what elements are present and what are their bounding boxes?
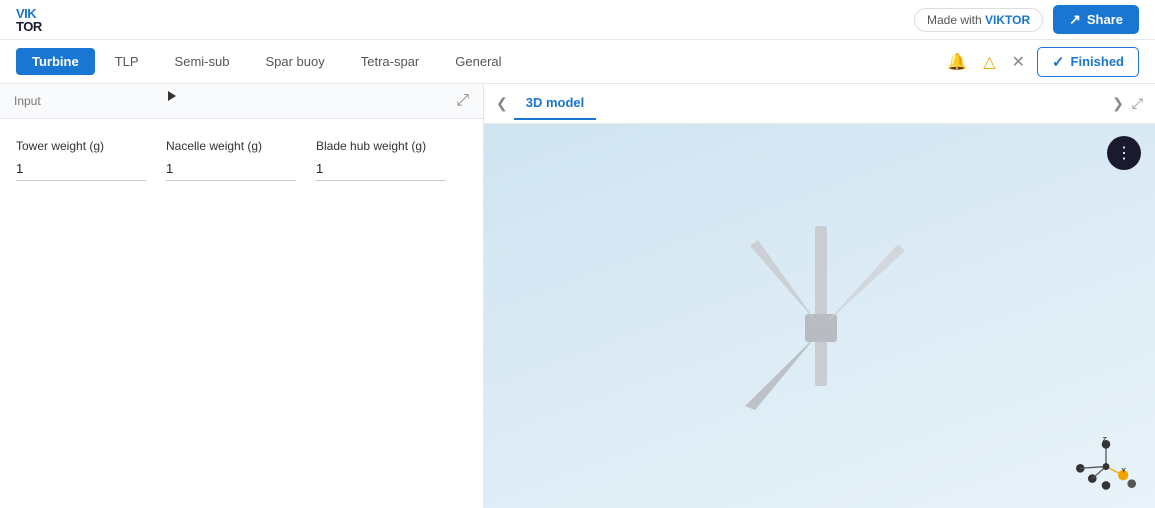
warning-button[interactable]: △ [979, 48, 999, 76]
chevron-right-button[interactable]: ❯ [1112, 95, 1124, 112]
tab-general[interactable]: General [439, 48, 517, 75]
tab-semi-sub[interactable]: Semi-sub [159, 48, 246, 75]
bell-icon: 🔔 [947, 52, 967, 72]
blade-hub-weight-field: Blade hub weight (g) [316, 139, 446, 181]
right-panel: ❮ 3D model ❯ ⤢ ⋮ [484, 84, 1155, 508]
input-fields: Tower weight (g) Nacelle weight (g) Blad… [16, 139, 467, 181]
panel-header-label: Input [14, 94, 41, 108]
tab-turbine[interactable]: Turbine [16, 48, 95, 75]
axis-gizmo: Y X Z [1071, 434, 1141, 494]
share-button[interactable]: ↗ Share [1053, 5, 1139, 34]
chevron-left-button[interactable]: ❮ [496, 95, 508, 112]
tower-weight-input[interactable] [16, 157, 146, 181]
nacelle-weight-label: Nacelle weight (g) [166, 139, 296, 153]
top-bar-right: Made with VIKTOR ↗ Share [914, 5, 1139, 34]
3d-view[interactable]: ⋮ [484, 124, 1155, 508]
logo: VIK TOR [16, 7, 42, 33]
blade-hub-weight-input[interactable] [316, 157, 446, 181]
right-panel-header: ❮ 3D model ❯ ⤢ [484, 84, 1155, 124]
panel-header: Input ⤢ [0, 84, 483, 119]
right-panel-tabs: ❮ 3D model [496, 87, 596, 120]
nav-tabs: Turbine TLP Semi-sub Spar buoy Tetra-spa… [16, 48, 518, 75]
three-dot-menu-button[interactable]: ⋮ [1107, 136, 1141, 170]
nacelle-weight-input[interactable] [166, 157, 296, 181]
share-icon: ↗ [1069, 11, 1081, 28]
bell-button[interactable]: 🔔 [943, 48, 971, 76]
top-bar: VIK TOR Made with VIKTOR ↗ Share [0, 0, 1155, 40]
check-circle-icon: ✓ [1052, 53, 1065, 71]
main-content: Input ⤢ Tower weight (g) Nacelle weight … [0, 84, 1155, 508]
right-panel-actions: ❯ ⤢ [1112, 95, 1143, 112]
svg-text:Y: Y [1121, 468, 1126, 475]
tower-weight-label: Tower weight (g) [16, 139, 146, 153]
fullscreen-button[interactable]: ⤢ [1132, 95, 1143, 112]
nacelle-weight-field: Nacelle weight (g) [166, 139, 296, 181]
tower-weight-field: Tower weight (g) [16, 139, 146, 181]
finished-button[interactable]: ✓ Finished [1037, 47, 1139, 77]
turbine-3d-model [690, 166, 950, 446]
nav-bar-right: 🔔 △ ✕ ✓ Finished [943, 47, 1139, 77]
tab-spar-buoy[interactable]: Spar buoy [249, 48, 340, 75]
warning-icon: △ [983, 52, 995, 72]
made-with-button[interactable]: Made with VIKTOR [914, 8, 1043, 32]
tab-tetra-spar[interactable]: Tetra-spar [345, 48, 436, 75]
expand-icon: ⤢ [456, 92, 469, 109]
close-icon: ✕ [1012, 52, 1025, 72]
fullscreen-icon: ⤢ [1132, 95, 1143, 111]
panel-body: Tower weight (g) Nacelle weight (g) Blad… [0, 119, 483, 508]
close-button[interactable]: ✕ [1008, 48, 1029, 76]
expand-button[interactable]: ⤢ [456, 92, 469, 110]
left-panel: Input ⤢ Tower weight (g) Nacelle weight … [0, 84, 484, 508]
blade-hub-weight-label: Blade hub weight (g) [316, 139, 446, 153]
tab-tlp[interactable]: TLP [99, 48, 155, 75]
nav-bar: Turbine TLP Semi-sub Spar buoy Tetra-spa… [0, 40, 1155, 84]
chevron-right-icon: ❯ [1112, 95, 1124, 111]
tab-3d-model[interactable]: 3D model [514, 87, 597, 120]
chevron-left-icon: ❮ [496, 95, 508, 111]
